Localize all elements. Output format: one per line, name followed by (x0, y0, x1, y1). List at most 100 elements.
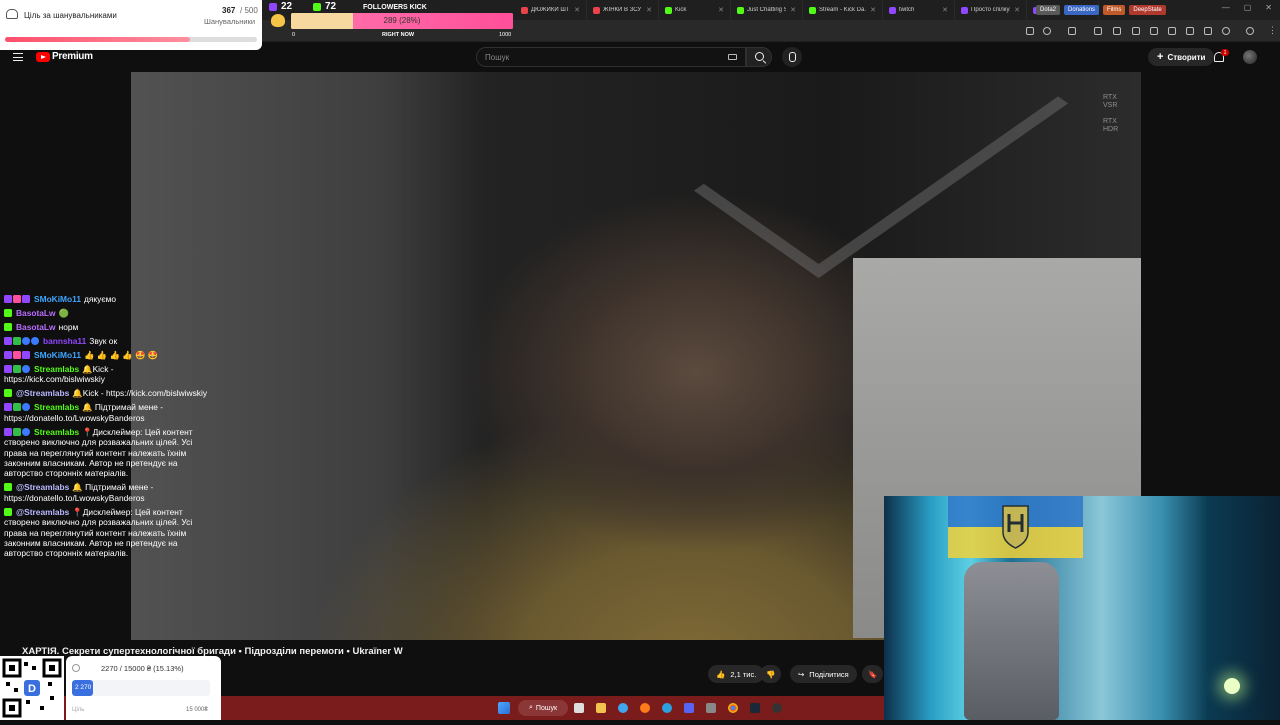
menu-dots-icon[interactable]: ⋮ (1268, 25, 1277, 36)
supporters-total: / 500 (240, 6, 258, 15)
bookmark-item[interactable]: Donations (1064, 5, 1100, 15)
maximize-icon[interactable]: ▢ (1244, 3, 1252, 12)
tab-close-icon[interactable]: ✕ (718, 6, 724, 14)
tab-close-icon[interactable]: ✕ (1014, 6, 1020, 14)
chat-username[interactable]: BasotaLw (16, 308, 56, 318)
file-explorer-icon[interactable] (596, 703, 606, 713)
rtx-vsr-label: RTX VSR (1103, 94, 1117, 110)
close-icon[interactable]: ✕ (1265, 3, 1272, 12)
like-button[interactable]: 👍 2,1 тис. (708, 665, 765, 683)
tab-close-icon[interactable]: ✕ (646, 6, 652, 14)
obs-icon[interactable] (772, 703, 782, 713)
edge-icon[interactable] (618, 703, 628, 713)
task-view-icon[interactable] (574, 703, 584, 713)
extension-icon[interactable] (1113, 27, 1121, 35)
supporters-label: Ціль за шанувальниками (24, 11, 117, 20)
tab-close-icon[interactable]: ✕ (870, 6, 876, 14)
browser-tab[interactable]: twitch ✕ (883, 1, 955, 19)
browser-tab[interactable]: Just Chatting Str... ✕ (731, 1, 803, 19)
windows-start-icon[interactable] (498, 702, 510, 714)
chat-username[interactable]: SMoKiMo11 (34, 350, 81, 360)
hamburger-menu-icon[interactable] (13, 53, 23, 61)
bookmark-item[interactable]: Films (1103, 5, 1126, 15)
star-icon[interactable] (1043, 27, 1051, 35)
donation-current: 2 270 (75, 684, 92, 691)
discord-icon[interactable] (684, 703, 694, 713)
followers-progress-bar: 289 (28%) (291, 13, 513, 29)
voice-search-icon[interactable] (782, 47, 802, 67)
rtx-label: RTX (1103, 94, 1117, 101)
bookmark-item[interactable]: Dota2 (1036, 5, 1061, 15)
save-button[interactable]: 🔖 (862, 665, 884, 683)
heart-badge-icon (13, 351, 21, 359)
browser-tab[interactable]: Просто спілкую... ✕ (955, 1, 1027, 19)
chat-username[interactable]: Streamlabs (34, 364, 79, 374)
firefox-icon[interactable] (640, 703, 650, 713)
tab-label: Just Chatting Str... (747, 7, 786, 13)
browser-tab[interactable]: ДЮЖИКИ ШТУР... ✕ (515, 1, 587, 19)
keyboard-icon[interactable] (728, 54, 737, 60)
chat-username[interactable]: BasotaLw (16, 322, 56, 332)
tab-favicon-icon (521, 6, 528, 14)
chrome-icon[interactable] (728, 703, 738, 713)
youtube-premium-label[interactable]: Premium (52, 51, 93, 62)
app-icon[interactable] (706, 703, 716, 713)
bookmark-item[interactable]: DeepState (1129, 5, 1166, 15)
avatar[interactable] (1243, 50, 1257, 64)
telegram-icon[interactable] (662, 703, 672, 713)
extension-icon[interactable] (1068, 27, 1076, 35)
create-button[interactable]: + Створити (1148, 48, 1215, 66)
trash-icon[interactable] (1168, 27, 1176, 35)
chat-username[interactable]: @Streamlabs (16, 388, 69, 398)
share-button[interactable]: ↪ Поділитися (790, 665, 857, 683)
tw-badge-icon (4, 427, 12, 436)
heart-icon (271, 14, 285, 27)
tab-close-icon[interactable]: ✕ (574, 6, 580, 14)
chat-message: Streamlabs 🔔 Підтримай мене - https://don… (4, 402, 216, 423)
extension-icon[interactable] (1094, 27, 1102, 35)
browser-tab[interactable]: Stream - Kick Da... ✕ (803, 1, 883, 19)
donation-qr-code: D (0, 656, 64, 720)
vsr-label: VSR (1103, 102, 1118, 109)
video-wall-chevron (693, 72, 1069, 279)
kick-badge-icon (4, 483, 12, 492)
plus-icon: + (1157, 51, 1164, 63)
youtube-logo-icon[interactable] (36, 52, 50, 62)
chat-message: Streamlabs 🔔Kick - https://kick.com/bislw… (4, 364, 216, 385)
blue-badge-icon (22, 427, 30, 436)
tab-favicon-icon (593, 6, 600, 14)
extension-icon[interactable] (1186, 27, 1194, 35)
chat-username[interactable]: SMoKiMo11 (34, 294, 81, 304)
extension-icon[interactable] (1026, 27, 1034, 35)
profile-icon[interactable] (1246, 27, 1254, 35)
qr-code-icon: D (2, 658, 62, 718)
tab-favicon-icon (889, 6, 896, 14)
settings-icon[interactable] (1222, 27, 1230, 35)
chat-username[interactable]: @Streamlabs (16, 507, 69, 517)
chat-username[interactable]: @Streamlabs (16, 482, 69, 492)
browser-tab[interactable]: Kick ✕ (659, 1, 731, 19)
tw-badge-icon (22, 351, 30, 359)
extension-icon[interactable] (1150, 27, 1158, 35)
tab-close-icon[interactable]: ✕ (942, 6, 948, 14)
search-button[interactable] (746, 47, 772, 67)
chat-message: @Streamlabs 🔔 Підтримай мене - https://do… (4, 482, 216, 503)
taskbar-search[interactable]: ⌕ Пошук (518, 700, 568, 716)
chat-username[interactable]: Streamlabs (34, 427, 79, 437)
dislike-button[interactable]: 👎 (760, 665, 782, 683)
minimize-icon[interactable]: — (1222, 3, 1230, 12)
browser-tab[interactable]: ЖІНКИ В ЗСУ / Б... ✕ (587, 1, 659, 19)
tab-label: Kick (675, 7, 687, 13)
tab-close-icon[interactable]: ✕ (790, 6, 796, 14)
chat-username[interactable]: Streamlabs (34, 402, 79, 412)
chat-username[interactable]: bannsha11 (43, 336, 86, 346)
followers-progress-text: 289 (28%) (383, 16, 421, 25)
download-icon[interactable] (1132, 27, 1140, 35)
search-input[interactable]: Пошук (476, 47, 746, 67)
steam-icon[interactable] (750, 703, 760, 713)
blue-badge-icon (31, 337, 39, 345)
hdr-label: HDR (1103, 126, 1119, 133)
tab-label: Stream - Kick Da... (819, 7, 867, 13)
tab-list: ДЮЖИКИ ШТУР...✕ЖІНКИ В ЗСУ / Б...✕Kick✕J… (515, 1, 1099, 19)
extension-icon[interactable] (1204, 27, 1212, 35)
